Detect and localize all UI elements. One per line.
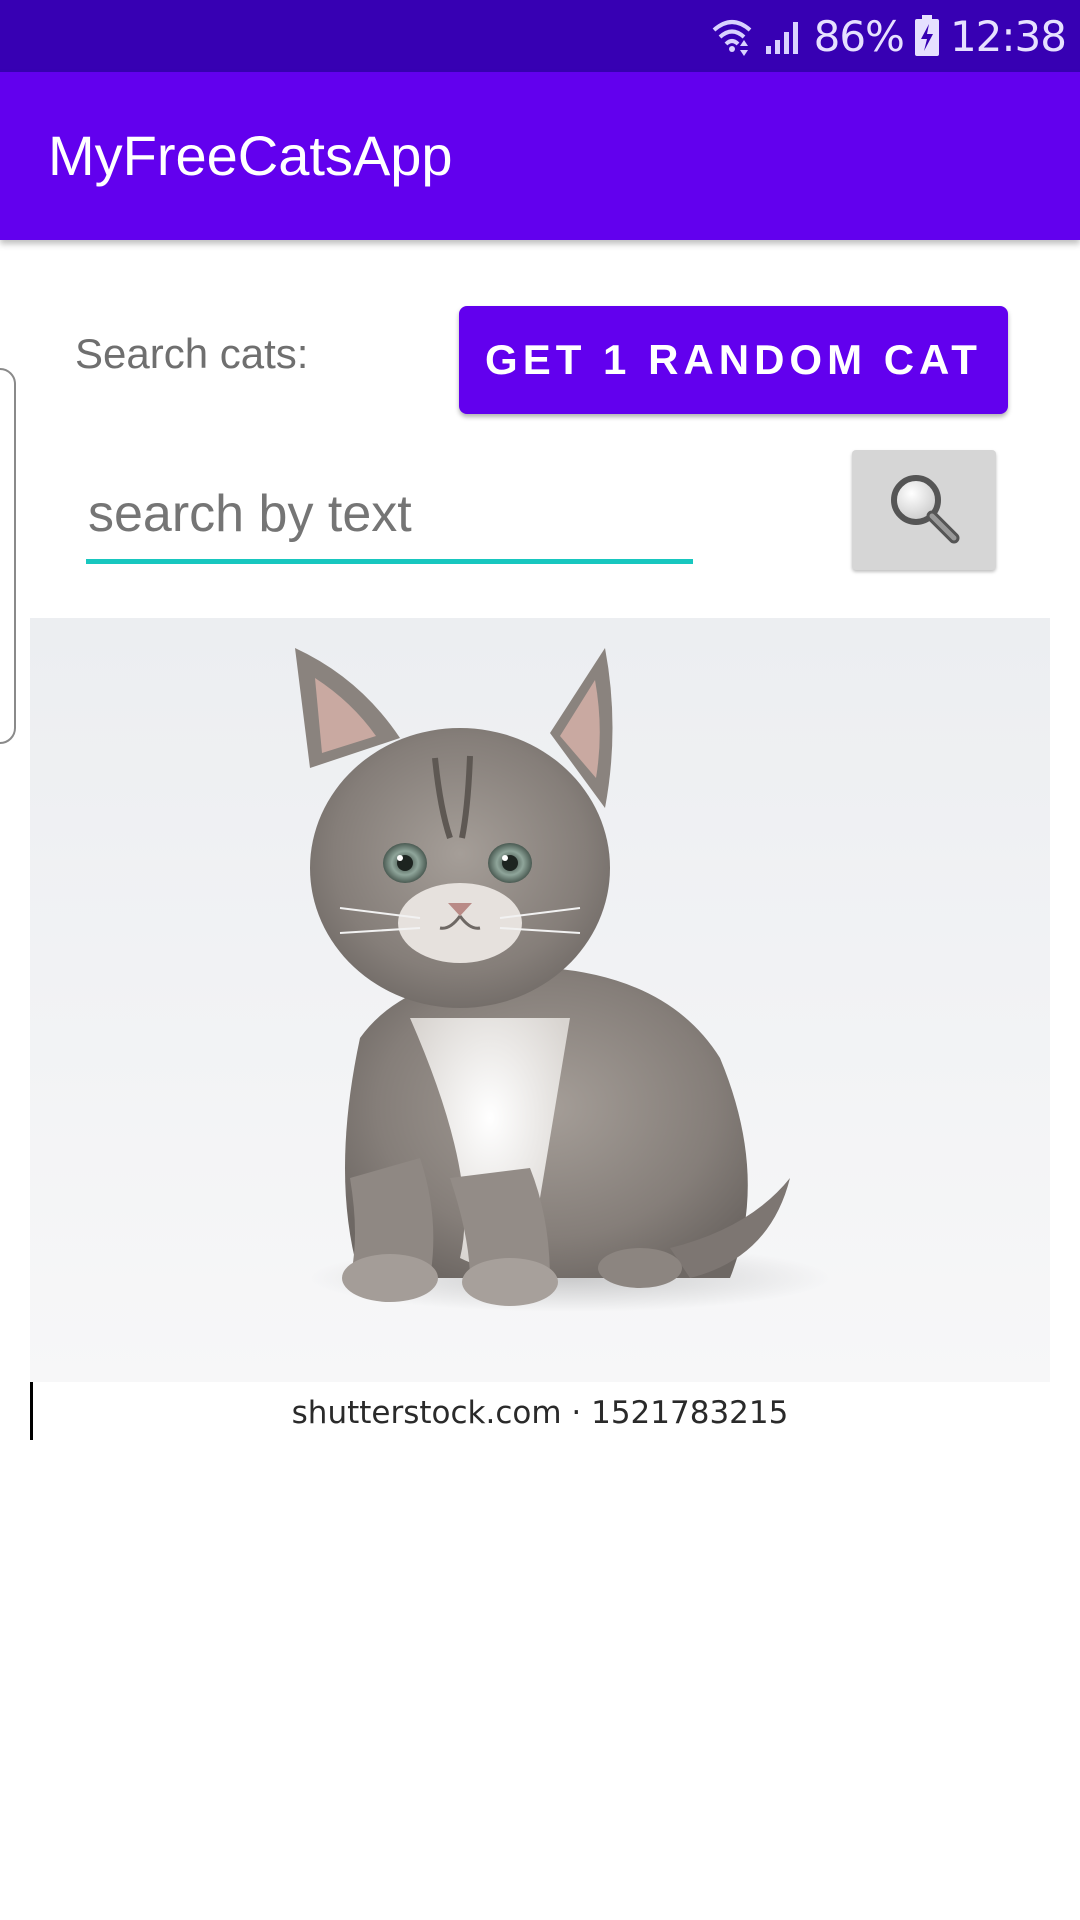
search-button[interactable] — [852, 450, 996, 570]
signal-icon — [764, 16, 804, 56]
app-screen: 86% 12:38 MyFreeCatsApp Search cats: GET… — [0, 0, 1080, 1920]
clock: 12:38 — [949, 11, 1067, 61]
wifi-icon — [710, 16, 754, 56]
get-random-cat-button[interactable]: GET 1 RANDOM CAT — [459, 306, 1008, 414]
search-input-placeholder: search by text — [88, 485, 412, 543]
battery-percentage: 86% — [813, 11, 905, 61]
app-title: MyFreeCatsApp — [48, 124, 453, 187]
battery-charging-icon — [914, 15, 940, 57]
status-indicators: 86% 12:38 — [710, 0, 1067, 72]
image-watermark-caption: shutterstock.com · 1521783215 — [291, 1395, 789, 1431]
edge-panel-handle[interactable] — [0, 368, 16, 744]
status-bar: 86% 12:38 — [0, 0, 1080, 72]
magnifier-icon — [886, 470, 962, 551]
search-input[interactable]: search by text — [86, 480, 693, 564]
cat-image — [30, 618, 1050, 1382]
search-label: Search cats: — [75, 330, 309, 377]
app-bar: MyFreeCatsApp — [0, 72, 1080, 240]
search-input-underline — [86, 559, 693, 564]
